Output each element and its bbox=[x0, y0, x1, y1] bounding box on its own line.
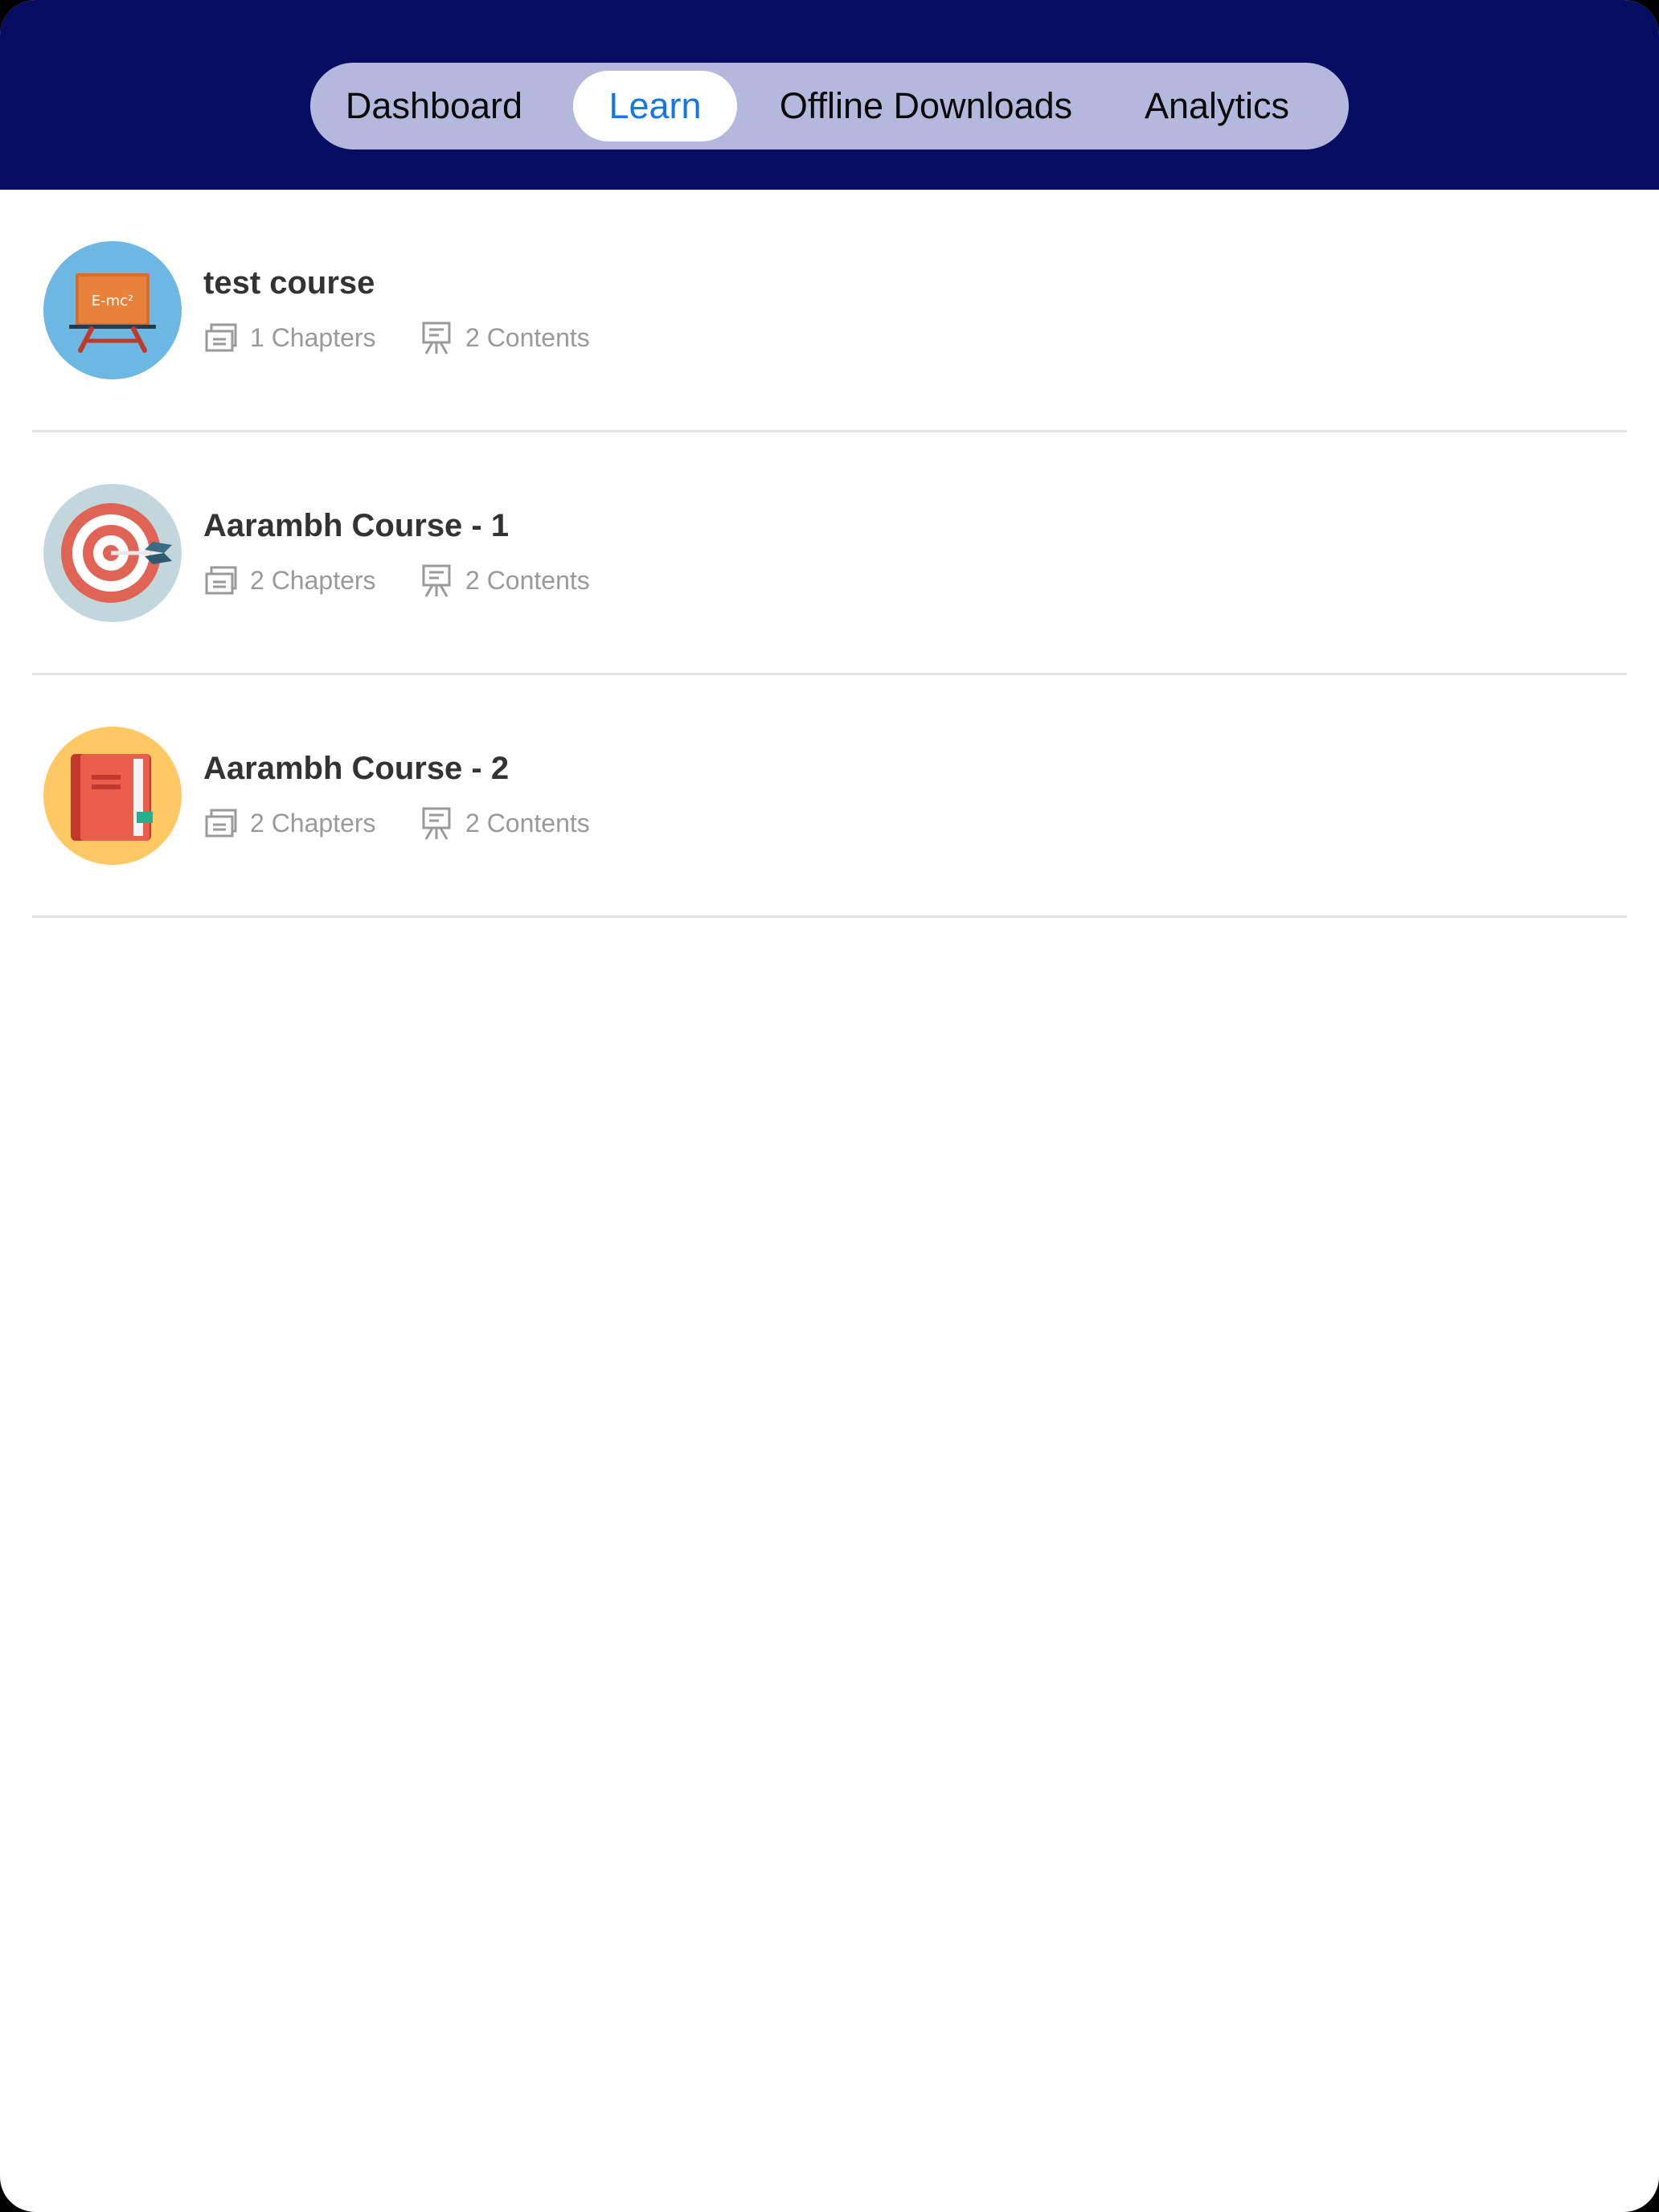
top-bar: Dashboard Learn Offline Downloads Analyt… bbox=[0, 0, 1659, 190]
chapters-count: 2 Chapters bbox=[203, 561, 376, 600]
target-icon bbox=[43, 484, 182, 622]
chapters-label: 2 Chapters bbox=[250, 808, 376, 838]
presentation-board-icon bbox=[422, 322, 451, 354]
contents-count: 2 Contents bbox=[419, 318, 590, 357]
contents-count: 2 Contents bbox=[419, 561, 590, 600]
tab-dashboard[interactable]: Dashboard bbox=[342, 71, 526, 141]
contents-label: 2 Contents bbox=[465, 565, 590, 595]
svg-text:E-mc²: E-mc² bbox=[92, 293, 134, 309]
contents-label: 2 Contents bbox=[465, 322, 590, 352]
document-stack-icon bbox=[205, 809, 237, 838]
chapters-count: 1 Chapters bbox=[203, 318, 376, 357]
tab-offline-downloads[interactable]: Offline Downloads bbox=[762, 71, 1090, 141]
document-stack-icon bbox=[205, 566, 237, 595]
presentation-board-icon bbox=[422, 807, 451, 840]
contents-label: 2 Contents bbox=[465, 808, 590, 838]
app-screen: Dashboard Learn Offline Downloads Analyt… bbox=[0, 0, 1659, 2212]
course-title: Aarambh Course - 2 bbox=[203, 751, 510, 786]
course-row-aarambh-2[interactable]: Aarambh Course - 2 2 Chapters 2 Contents bbox=[32, 675, 1627, 918]
course-row-aarambh-1[interactable]: Aarambh Course - 1 2 Chapters 2 Contents bbox=[32, 432, 1627, 675]
chapters-label: 1 Chapters bbox=[250, 322, 376, 352]
course-title: Aarambh Course - 1 bbox=[203, 508, 510, 543]
tab-learn[interactable]: Learn bbox=[573, 71, 737, 141]
segmented-tab-control: Dashboard Learn Offline Downloads Analyt… bbox=[310, 63, 1349, 150]
presentation-board-icon bbox=[422, 564, 451, 597]
chapters-count: 2 Chapters bbox=[203, 804, 376, 842]
contents-count: 2 Contents bbox=[419, 804, 590, 842]
course-row-test-course[interactable]: E-mc² test course 1 Chapters 2 Contents bbox=[32, 190, 1627, 432]
chapters-label: 2 Chapters bbox=[250, 565, 376, 595]
divider bbox=[32, 916, 1627, 918]
tab-analytics[interactable]: Analytics bbox=[1122, 71, 1312, 141]
blackboard-icon: E-mc² bbox=[43, 241, 182, 379]
book-icon bbox=[43, 727, 182, 865]
course-title: test course bbox=[203, 265, 375, 301]
document-stack-icon bbox=[205, 323, 237, 352]
